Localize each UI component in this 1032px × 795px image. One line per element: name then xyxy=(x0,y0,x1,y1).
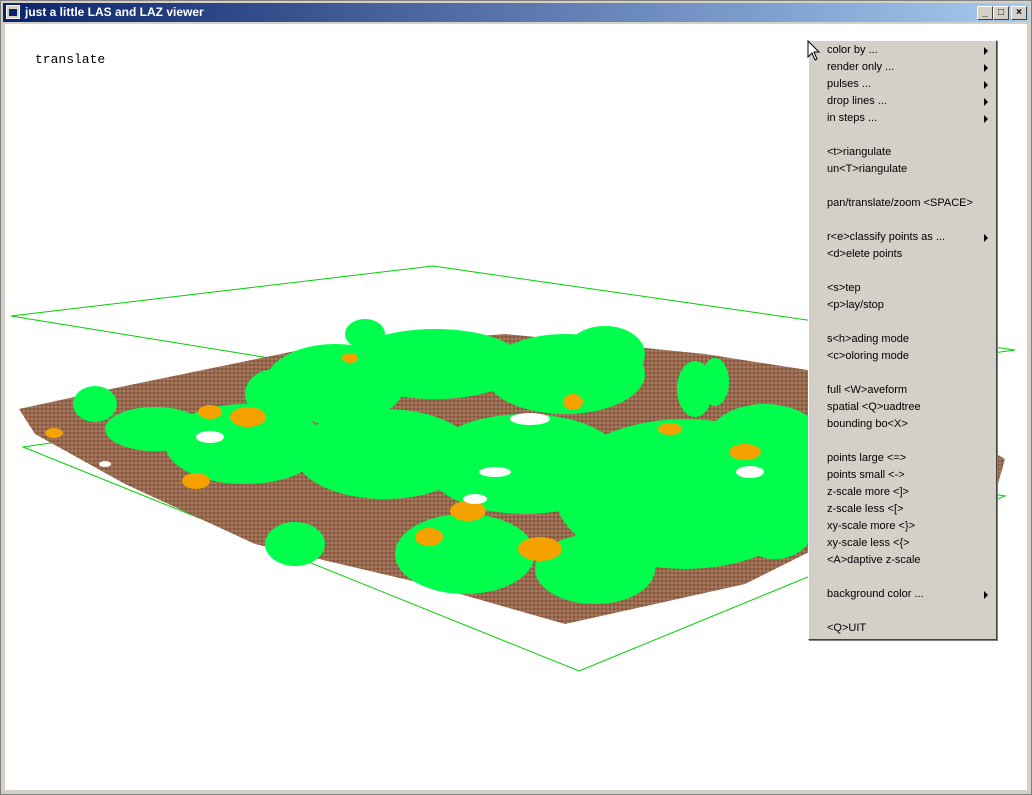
menu-item-bounding-box[interactable]: bounding bo<X> xyxy=(827,416,908,433)
menu-item-adaptive-z-scale[interactable]: <A>daptive z-scale xyxy=(827,552,921,569)
menu-item-untriangulate[interactable]: un<T>riangulate xyxy=(827,161,907,178)
menu-item-full-waveform[interactable]: full <W>aveform xyxy=(827,382,907,399)
menu-item-points-large[interactable]: points large <=> xyxy=(827,450,906,467)
menu-item-render-only[interactable]: render only ... xyxy=(827,59,894,76)
window-title: just a little LAS and LAZ viewer xyxy=(25,5,204,19)
minimize-icon: _ xyxy=(982,7,988,18)
submenu-arrow-icon xyxy=(984,64,988,72)
menu-item-z-scale-more[interactable]: z-scale more <]> xyxy=(827,484,909,501)
menu-item-reclassify-points[interactable]: r<e>classify points as ... xyxy=(827,229,945,246)
context-menu: color by ... render only ... pulses ... … xyxy=(808,40,997,640)
maximize-button[interactable]: □ xyxy=(993,6,1009,20)
submenu-arrow-icon xyxy=(984,98,988,106)
submenu-arrow-icon xyxy=(984,47,988,55)
close-button[interactable]: × xyxy=(1011,6,1027,20)
menu-item-color-by[interactable]: color by ... xyxy=(827,42,878,59)
app-icon[interactable] xyxy=(6,5,20,19)
submenu-arrow-icon xyxy=(984,234,988,242)
menu-item-points-small[interactable]: points small <-> xyxy=(827,467,905,484)
mouse-cursor-icon xyxy=(807,40,821,61)
menu-item-play-stop[interactable]: <p>lay/stop xyxy=(827,297,884,314)
submenu-arrow-icon xyxy=(984,81,988,89)
close-icon: × xyxy=(1016,7,1022,18)
menu-item-xy-scale-more[interactable]: xy-scale more <}> xyxy=(827,518,915,535)
menu-item-shading-mode[interactable]: s<h>ading mode xyxy=(827,331,909,348)
menu-item-step[interactable]: <s>tep xyxy=(827,280,861,297)
title-bar[interactable]: just a little LAS and LAZ viewer _ □ × xyxy=(3,3,1029,22)
menu-item-background-color[interactable]: background color ... xyxy=(827,586,924,603)
menu-item-pulses[interactable]: pulses ... xyxy=(827,76,871,93)
menu-item-in-steps[interactable]: in steps ... xyxy=(827,110,877,127)
interaction-mode-label: translate xyxy=(35,52,106,67)
menu-item-xy-scale-less[interactable]: xy-scale less <{> xyxy=(827,535,910,552)
submenu-arrow-icon xyxy=(984,115,988,123)
menu-item-delete-points[interactable]: <d>elete points xyxy=(827,246,902,263)
submenu-arrow-icon xyxy=(984,591,988,599)
maximize-icon: □ xyxy=(997,7,1005,18)
menu-item-triangulate[interactable]: <t>riangulate xyxy=(827,144,891,161)
vegetation-points xyxy=(73,319,825,604)
menu-item-z-scale-less[interactable]: z-scale less <[> xyxy=(827,501,903,518)
menu-item-quit[interactable]: <Q>UIT xyxy=(827,620,866,637)
menu-item-spatial-quadtree[interactable]: spatial <Q>uadtree xyxy=(827,399,921,416)
menu-item-drop-lines[interactable]: drop lines ... xyxy=(827,93,887,110)
menu-item-coloring-mode[interactable]: <c>oloring mode xyxy=(827,348,909,365)
menu-item-pan-translate-zoom[interactable]: pan/translate/zoom <SPACE> xyxy=(827,195,973,212)
minimize-button[interactable]: _ xyxy=(977,6,993,20)
